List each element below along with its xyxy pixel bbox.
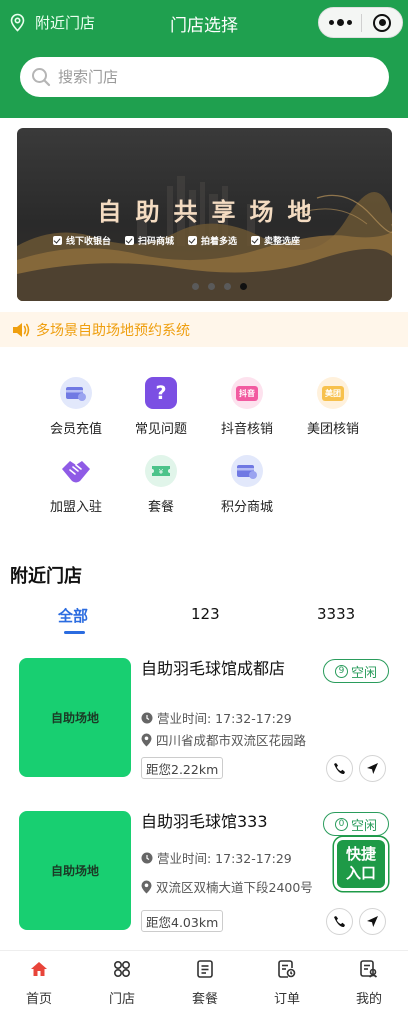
- store-name: 自助羽毛球馆成都店: [141, 659, 286, 678]
- order-icon: [257, 958, 317, 980]
- banner-tags: 线下收银台 扫码商城 拍着多选 卖整选座: [53, 234, 300, 247]
- navigate-icon[interactable]: [359, 755, 386, 782]
- tab-3333[interactable]: 3333: [317, 605, 355, 623]
- store-card[interactable]: 自助场地 自助羽毛球馆成都店 9 空闲 营业时间: 17:32-17:29 四川省…: [19, 658, 391, 782]
- handshake-icon: [60, 455, 92, 487]
- tab-123[interactable]: 123: [191, 605, 220, 623]
- menu-points-mall[interactable]: 积分商城: [207, 455, 287, 515]
- grid-icon: [92, 958, 152, 980]
- bottom-tabbar: 首页 门店 套餐 订单 我的: [0, 950, 408, 1010]
- promo-banner[interactable]: 自助共享场地 线下收银台 扫码商城 拍着多选 卖整选座: [17, 128, 392, 301]
- tab-underline: [64, 631, 85, 634]
- card-icon: [231, 455, 263, 487]
- banner-tag: 卖整选座: [251, 234, 300, 247]
- speaker-icon: [13, 322, 30, 337]
- meituan-icon: 美团: [317, 377, 349, 409]
- svg-text:¥: ¥: [159, 468, 164, 476]
- nearby-title: 附近门店: [10, 566, 82, 587]
- menu-douyin-verify[interactable]: 抖音 抖音核销: [207, 377, 287, 437]
- indicator-dot[interactable]: [208, 283, 215, 290]
- clock-icon: [141, 852, 153, 863]
- menu-franchise[interactable]: 加盟入驻: [36, 455, 116, 515]
- location-pin-icon: [141, 880, 152, 893]
- menu-package[interactable]: ¥ 套餐: [121, 455, 201, 515]
- list-icon: [175, 958, 235, 980]
- ticket-icon: ¥: [145, 455, 177, 487]
- check-icon: [188, 236, 198, 245]
- store-thumbnail[interactable]: 自助场地: [19, 811, 131, 930]
- search-input[interactable]: [58, 68, 358, 86]
- header: 附近门店 门店选择: [0, 0, 408, 118]
- banner-tag: 扫码商城: [125, 234, 174, 247]
- profile-icon: [339, 958, 399, 980]
- card-icon: [60, 377, 92, 409]
- store-hours: 营业时间: 17:32-17:29: [141, 708, 292, 727]
- question-icon: ?: [145, 377, 177, 409]
- navigate-icon[interactable]: [359, 908, 386, 935]
- banner-tag: 拍着多选: [188, 234, 237, 247]
- store-address: 双流区双楠大道下段2400号: [141, 877, 313, 896]
- search-bar[interactable]: [20, 57, 389, 97]
- status-badge: 0 空闲: [323, 812, 389, 836]
- target-close-icon[interactable]: [362, 13, 402, 32]
- banner-indicator[interactable]: [17, 283, 392, 290]
- banner-tag: 线下收银台: [53, 234, 111, 247]
- more-dots-icon[interactable]: [319, 8, 361, 37]
- check-icon: [251, 236, 261, 245]
- search-icon: [32, 68, 51, 87]
- store-name: 自助羽毛球馆333: [141, 812, 268, 831]
- tabbar-orders[interactable]: 订单: [257, 958, 317, 1007]
- tabbar-stores[interactable]: 门店: [92, 958, 152, 1007]
- phone-icon[interactable]: [326, 908, 353, 935]
- indicator-dot[interactable]: [192, 283, 199, 290]
- menu-faq[interactable]: ? 常见问题: [121, 377, 201, 437]
- store-thumbnail[interactable]: 自助场地: [19, 658, 131, 777]
- indicator-dot-active[interactable]: [240, 283, 247, 290]
- menu-member-recharge[interactable]: 会员充值: [36, 377, 116, 437]
- notice-text: 多场景自助场地预约系统: [36, 322, 190, 339]
- check-icon: [53, 236, 62, 245]
- status-badge: 9 空闲: [323, 659, 389, 683]
- notice-bar: 多场景自助场地预约系统: [0, 312, 408, 347]
- tabbar-packages[interactable]: 套餐: [175, 958, 235, 1007]
- miniprogram-capsule: [318, 7, 403, 38]
- store-address: 四川省成都市双流区花园路: [141, 730, 306, 749]
- store-tabs: 全部 123 3333: [0, 605, 408, 637]
- banner-title: 自助共享场地: [97, 198, 326, 226]
- store-hours: 营业时间: 17:32-17:29: [141, 848, 292, 867]
- quick-entry-button[interactable]: 快捷 入口: [334, 837, 388, 891]
- tabbar-home[interactable]: 首页: [9, 958, 69, 1007]
- distance-tag: 距您4.03km: [141, 910, 224, 932]
- menu-meituan-verify[interactable]: 美团 美团核销: [293, 377, 373, 437]
- tabbar-profile[interactable]: 我的: [339, 958, 399, 1007]
- indicator-dot[interactable]: [224, 283, 231, 290]
- tab-all[interactable]: 全部: [58, 605, 88, 626]
- douyin-icon: 抖音: [231, 377, 263, 409]
- check-icon: [125, 236, 135, 245]
- home-icon: [9, 958, 69, 980]
- distance-tag: 距您2.22km: [141, 757, 224, 779]
- phone-icon[interactable]: [326, 755, 353, 782]
- clock-icon: [141, 712, 153, 723]
- location-pin-icon: [141, 733, 152, 746]
